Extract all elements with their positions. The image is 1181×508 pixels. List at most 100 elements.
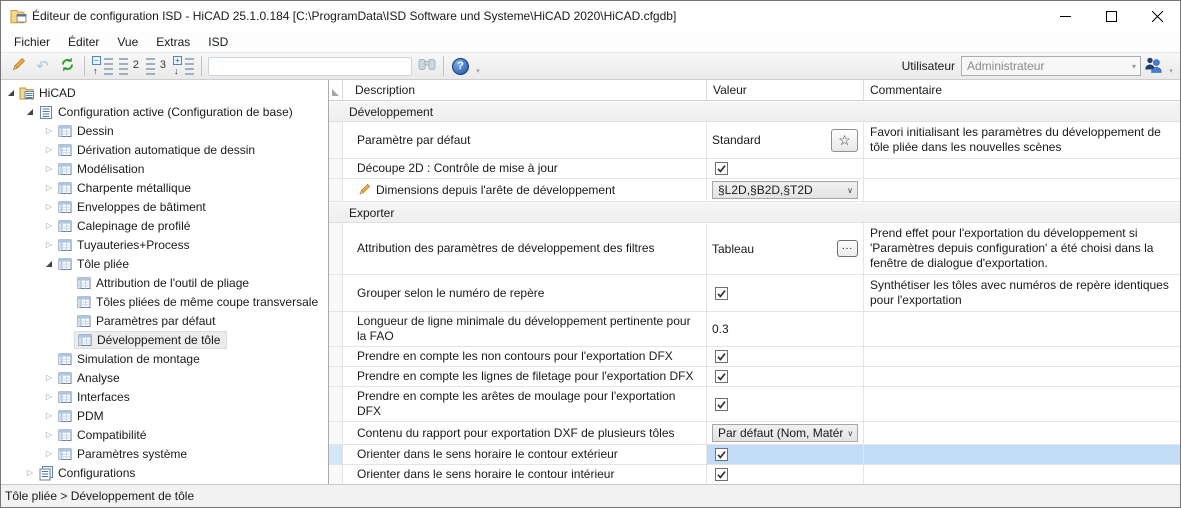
grid-row-longueur-de-ligne-minimale-du-developpemen[interactable]: Longueur de ligne minimale du développem… bbox=[329, 312, 1180, 347]
checkbox-checked[interactable] bbox=[715, 286, 728, 300]
grid-row-dimensions-depuis-l-arete-de-developpement[interactable]: Dimensions depuis l'arête de développeme… bbox=[329, 179, 1180, 202]
tree-item-developpement-de-tole[interactable]: Développement de tôle bbox=[1, 330, 328, 349]
tree-item-content: Enveloppes de bâtiment bbox=[55, 198, 212, 216]
expander-collapsed-icon[interactable]: ▷ bbox=[43, 145, 55, 154]
grid-row-prendre-en-compte-les-aretes-de-moulage-po[interactable]: Prendre en compte les arêtes de moulage … bbox=[329, 387, 1180, 422]
tree-item-label: Compatibilité bbox=[77, 427, 147, 442]
checkbox-checked[interactable] bbox=[715, 162, 728, 175]
tree-item-label: Simulation de montage bbox=[77, 351, 200, 366]
search-input[interactable] bbox=[208, 56, 412, 76]
grid-row-prendre-en-compte-les-lignes-de-filetage-p[interactable]: Prendre en compte les lignes de filetage… bbox=[329, 367, 1180, 387]
tree-item-tole-pliee[interactable]: ◢ Tôle pliée bbox=[1, 254, 328, 273]
tree-item-interfaces[interactable]: ▷ Interfaces bbox=[1, 387, 328, 406]
checkbox-checked[interactable] bbox=[715, 468, 728, 481]
toolbar-overflow-button[interactable]: ▾ bbox=[1166, 55, 1176, 77]
tree-item-parametres-systeme[interactable]: ▷ Paramètres système bbox=[1, 444, 328, 463]
tree-item-pdm[interactable]: ▷ PDM bbox=[1, 406, 328, 425]
checkbox-checked[interactable] bbox=[715, 448, 728, 461]
tree-item-label: Tuyauteries+Process bbox=[77, 237, 190, 252]
tree-item-parametres-par-defaut[interactable]: Paramètres par défaut bbox=[1, 311, 328, 330]
tree-item-simulation-de-montage[interactable]: Simulation de montage bbox=[1, 349, 328, 368]
ellipsis-button[interactable]: ... bbox=[837, 240, 858, 257]
expand-tree-button[interactable]: + ↓ bbox=[170, 55, 197, 78]
expander-collapsed-icon[interactable]: ▷ bbox=[43, 221, 55, 230]
column-header-valeur[interactable]: Valeur bbox=[707, 80, 864, 100]
expander-collapsed-icon[interactable]: ▷ bbox=[43, 202, 55, 211]
table-icon bbox=[57, 351, 73, 367]
value-select[interactable]: §L2D,§B2D,§T2D ∨ bbox=[712, 181, 858, 199]
tree-item-modelisation[interactable]: ▷ Modélisation bbox=[1, 159, 328, 178]
edit-button[interactable] bbox=[5, 55, 30, 78]
grid-row-prendre-en-compte-les-non-contours-pour-l-[interactable]: Prendre en compte les non contours pour … bbox=[329, 347, 1180, 367]
comment-cell bbox=[864, 159, 1180, 178]
tree-item-hicad[interactable]: ◢ HiCAD bbox=[1, 83, 328, 102]
toolbar-overflow-button[interactable]: ▾ bbox=[473, 55, 483, 77]
grid-corner-cell[interactable] bbox=[329, 80, 343, 100]
tree-item-enveloppes-de-batiment[interactable]: ▷ Enveloppes de bâtiment bbox=[1, 197, 328, 216]
tree-item-analyse[interactable]: ▷ Analyse bbox=[1, 368, 328, 387]
expand-level-3-button[interactable]: 3 bbox=[143, 55, 170, 78]
close-button[interactable] bbox=[1134, 1, 1180, 31]
pencil-icon bbox=[10, 57, 26, 76]
tree-item-attribution-de-l-outil-de-pliage[interactable]: Attribution de l'outil de pliage bbox=[1, 273, 328, 292]
refresh-button[interactable] bbox=[55, 55, 80, 78]
tree-item-content: Modélisation bbox=[55, 160, 150, 178]
expand-level-2-button[interactable]: 2 bbox=[116, 55, 143, 78]
tree-item-calepinage-de-profile[interactable]: ▷ Calepinage de profilé bbox=[1, 216, 328, 235]
column-header-description[interactable]: Description bbox=[343, 80, 707, 100]
minimize-button[interactable] bbox=[1042, 1, 1088, 31]
expander-collapsed-icon[interactable]: ▷ bbox=[43, 449, 55, 458]
grid-row-orienter-dans-le-sens-horaire-le-contour-e[interactable]: Orienter dans le sens horaire le contour… bbox=[329, 445, 1180, 465]
expander-collapsed-icon[interactable]: ▷ bbox=[43, 183, 55, 192]
grid-row-orienter-dans-le-sens-horaire-le-contour-i[interactable]: Orienter dans le sens horaire le contour… bbox=[329, 465, 1180, 484]
expander-collapsed-icon[interactable]: ▷ bbox=[43, 430, 55, 439]
menu-extras[interactable]: Extras bbox=[147, 32, 199, 52]
menu-fichier[interactable]: Fichier bbox=[5, 32, 59, 52]
column-header-commentaire[interactable]: Commentaire bbox=[864, 80, 1180, 100]
value-select[interactable]: Par défaut (Nom, Matér ∨ bbox=[712, 424, 859, 442]
expander-expanded-icon[interactable]: ◢ bbox=[5, 88, 17, 97]
expander-collapsed-icon[interactable]: ▷ bbox=[43, 240, 55, 249]
tree-item-compatibilite[interactable]: ▷ Compatibilité bbox=[1, 425, 328, 444]
manage-users-button[interactable] bbox=[1141, 55, 1166, 78]
tree-item-derivation-automatique-de-dessin[interactable]: ▷ Dérivation automatique de dessin bbox=[1, 140, 328, 159]
comment-cell bbox=[864, 347, 1180, 366]
grid-row-parametre-par-defaut[interactable]: Paramètre par défaut Standard ☆ Favori init… bbox=[329, 122, 1180, 159]
value-select-text: Par défaut (Nom, Matér bbox=[718, 426, 844, 440]
expander-collapsed-icon[interactable]: ▷ bbox=[24, 468, 36, 477]
grid-row-contenu-du-rapport-pour-exportation-dxf-de[interactable]: Contenu du rapport pour exportation DXF … bbox=[329, 422, 1180, 445]
tree-item-dessin[interactable]: ▷ Dessin bbox=[1, 121, 328, 140]
checkbox-checked[interactable] bbox=[715, 397, 728, 411]
expander-collapsed-icon[interactable]: ▷ bbox=[43, 164, 55, 173]
menu-vue[interactable]: Vue bbox=[108, 32, 147, 52]
grid-row-grouper-selon-le-numero-de-repere[interactable]: Grouper selon le numéro de repère Synthét… bbox=[329, 275, 1180, 312]
menu-isd[interactable]: ISD bbox=[199, 32, 237, 52]
tree-item-configuration-active-configuration-de-base[interactable]: ◢ Configuration active (Configuration de … bbox=[1, 102, 328, 121]
tree-item-charpente-metallique[interactable]: ▷ Charpente métallique bbox=[1, 178, 328, 197]
row-indicator-cell bbox=[329, 179, 343, 201]
expander-collapsed-icon[interactable]: ▷ bbox=[43, 392, 55, 401]
tree-expand-icon: + ↓ bbox=[173, 56, 194, 76]
collapse-tree-button[interactable]: − ↑ bbox=[89, 55, 116, 78]
grid-row-attribution-des-parametres-de-developpemen[interactable]: Attribution des paramètres de développem… bbox=[329, 223, 1180, 275]
tree-item-configurations[interactable]: ▷ Configurations bbox=[1, 463, 328, 482]
grid-row-decoupe-2d-controle-de-mise-a-jour[interactable]: Découpe 2D : Contrôle de mise à jour bbox=[329, 159, 1180, 179]
tree-item-content: Calepinage de profilé bbox=[55, 217, 196, 235]
row-indicator-cell bbox=[329, 159, 343, 178]
help-button[interactable]: ? bbox=[448, 55, 473, 78]
menu-editer[interactable]: Éditer bbox=[59, 32, 108, 52]
tree-item-tuyauteries-process[interactable]: ▷ Tuyauteries+Process bbox=[1, 235, 328, 254]
expander-collapsed-icon[interactable]: ▷ bbox=[43, 411, 55, 420]
expander-expanded-icon[interactable]: ◢ bbox=[24, 107, 36, 116]
expander-collapsed-icon[interactable]: ▷ bbox=[43, 126, 55, 135]
chevron-down-icon: ▾ bbox=[1131, 61, 1136, 71]
checkbox-checked[interactable] bbox=[715, 370, 728, 383]
favorite-button[interactable]: ☆ bbox=[831, 128, 858, 152]
statusbar-breadcrumb: Tôle pliée > Développement de tôle bbox=[5, 489, 195, 503]
section-header-developpement: Développement bbox=[329, 101, 1180, 122]
maximize-button[interactable] bbox=[1088, 1, 1134, 31]
expander-collapsed-icon[interactable]: ▷ bbox=[43, 373, 55, 382]
expander-expanded-icon[interactable]: ◢ bbox=[43, 259, 55, 268]
tree-item-toles-pliees-de-meme-coupe-transversale[interactable]: Tôles pliées de même coupe transversale bbox=[1, 292, 328, 311]
checkbox-checked[interactable] bbox=[715, 350, 728, 363]
